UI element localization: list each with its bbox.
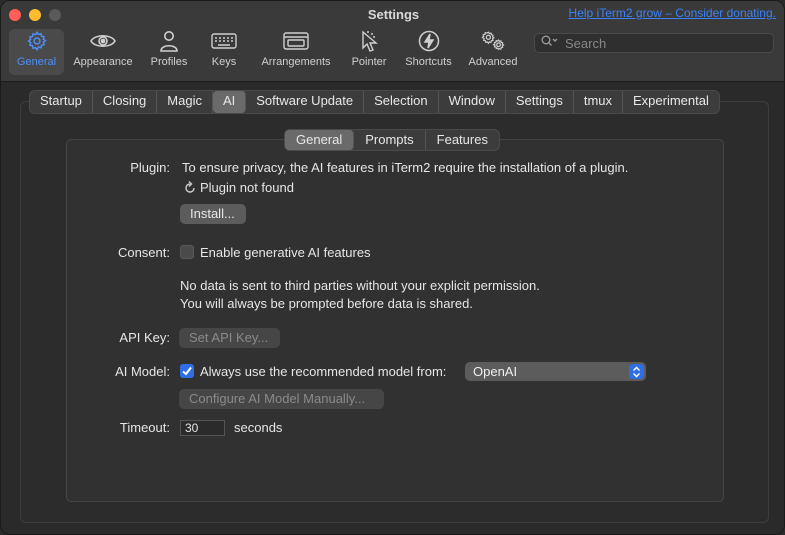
consent-label: Consent: [117, 245, 170, 260]
settings-tabs: Startup Closing Magic AI Software Update… [29, 90, 720, 114]
tab-magic[interactable]: Magic [157, 91, 213, 113]
toolbar-profiles[interactable]: Profiles [146, 29, 192, 75]
toolbar-label: General [16, 56, 57, 68]
install-plugin-button[interactable]: Install... [180, 204, 246, 224]
toolbar-shortcuts[interactable]: Shortcuts [401, 29, 456, 75]
api-key-label: API Key: [119, 330, 170, 345]
toolbar-label: Arrangements [261, 56, 331, 68]
tab-startup[interactable]: Startup [30, 91, 93, 113]
title-bar: Settings Help iTerm2 grow – Consider don… [1, 1, 784, 82]
windows-icon [283, 29, 309, 53]
tab-software-update[interactable]: Software Update [246, 91, 365, 113]
donate-link[interactable]: Help iTerm2 grow – Consider donating. [569, 6, 776, 20]
plugin-status: Plugin not found [200, 180, 294, 195]
recommended-model-checkbox[interactable] [180, 364, 194, 378]
set-api-key-button[interactable]: Set API Key... [179, 328, 280, 348]
tab-window[interactable]: Window [439, 91, 506, 113]
gear-icon [24, 29, 50, 53]
tab-closing[interactable]: Closing [93, 91, 158, 113]
toolbar-label: Keys [211, 56, 237, 68]
pointer-icon [356, 29, 382, 53]
ai-settings-panel [66, 139, 724, 502]
enable-ai-label: Enable generative AI features [200, 245, 371, 260]
toolbar-label: Pointer [351, 56, 387, 68]
gears-icon [480, 29, 506, 53]
tab-settings[interactable]: Settings [506, 91, 574, 113]
checkmark-icon [180, 365, 194, 382]
toolbar-label: Profiles [150, 56, 188, 68]
model-provider-value: OpenAI [473, 364, 518, 379]
toolbar-pointer[interactable]: Pointer [348, 29, 390, 75]
tab-tmux[interactable]: tmux [574, 91, 623, 113]
keyboard-icon [211, 29, 237, 53]
model-provider-select[interactable]: OpenAI [465, 362, 646, 381]
person-icon [156, 29, 182, 53]
subtab-prompts[interactable]: Prompts [354, 130, 426, 150]
consent-note-2: You will always be prompted before data … [180, 296, 473, 311]
toolbar-general[interactable]: General [9, 29, 64, 75]
timeout-label: Timeout: [119, 420, 170, 435]
toolbar-label: Shortcuts [405, 56, 452, 68]
refresh-icon [184, 180, 196, 197]
eye-icon [90, 29, 116, 53]
chevron-up-down-icon [629, 364, 644, 379]
subtab-general[interactable]: General [285, 130, 355, 150]
ai-model-label: AI Model: [115, 364, 170, 379]
subtab-features[interactable]: Features [426, 130, 499, 150]
ai-subtabs: General Prompts Features [284, 129, 500, 151]
tab-selection[interactable]: Selection [364, 91, 439, 113]
toolbar-advanced[interactable]: Advanced [465, 29, 521, 75]
toolbar-label: Appearance [73, 56, 133, 68]
toolbar-appearance[interactable]: Appearance [70, 29, 136, 75]
search-input[interactable] [563, 34, 757, 52]
settings-window: Settings Help iTerm2 grow – Consider don… [0, 0, 785, 535]
toolbar-label: Advanced [468, 56, 518, 68]
toolbar-arrangements[interactable]: Arrangements [257, 29, 335, 75]
consent-note-1: No data is sent to third parties without… [180, 278, 540, 293]
tab-experimental[interactable]: Experimental [623, 91, 719, 113]
configure-model-manually-button[interactable]: Configure AI Model Manually... [179, 389, 384, 409]
plugin-label: Plugin: [130, 160, 170, 175]
search-icon [541, 34, 559, 52]
plugin-description: To ensure privacy, the AI features in iT… [182, 160, 629, 175]
toolbar-keys[interactable]: Keys [204, 29, 244, 75]
timeout-unit: seconds [234, 420, 283, 435]
search-field[interactable] [534, 33, 774, 53]
tab-ai[interactable]: AI [212, 91, 247, 113]
bolt-icon [416, 29, 442, 53]
recommended-model-label: Always use the recommended model from: [200, 364, 447, 379]
timeout-input[interactable] [180, 420, 225, 436]
enable-ai-checkbox[interactable] [180, 245, 194, 259]
